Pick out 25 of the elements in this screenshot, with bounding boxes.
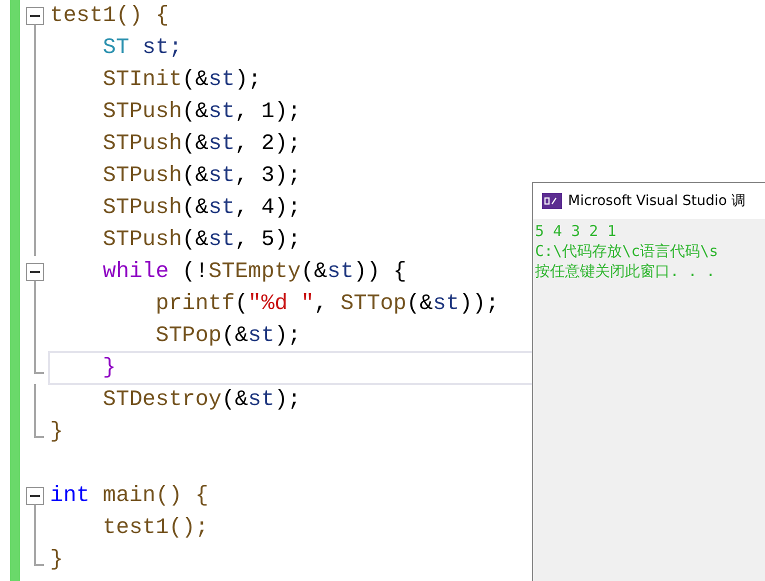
collapse-icon[interactable] <box>26 263 44 281</box>
code-line: STInit(&st); <box>102 66 262 94</box>
code-line: STPush(&st, 3); <box>102 162 301 190</box>
code-line: test1() { <box>50 2 169 30</box>
code-line: while (!STEmpty(&st)) { <box>102 258 406 286</box>
code-line: } <box>50 546 64 574</box>
console-app-icon <box>542 193 562 209</box>
code-line: STPush(&st, 1); <box>102 98 301 126</box>
code-line: STPush(&st, 5); <box>102 226 301 254</box>
console-output-line: 按任意键关闭此窗口. . . <box>535 261 716 281</box>
console-output-line: C:\代码存放\c语言代码\s <box>535 241 718 261</box>
code-line: test1(); <box>102 514 208 542</box>
code-line: STDestroy(&st); <box>102 386 301 414</box>
code-line: } <box>50 418 64 446</box>
code-line: } <box>102 354 116 382</box>
code-line: int main() { <box>50 482 208 510</box>
code-line: printf("%d ", STTop(&st)); <box>154 290 499 318</box>
code-line: STPop(&st); <box>154 322 301 350</box>
collapse-icon[interactable] <box>26 7 44 25</box>
code-line: STPush(&st, 4); <box>102 194 301 222</box>
console-output-line: 5 4 3 2 1 <box>535 221 616 241</box>
collapse-icon[interactable] <box>26 487 44 505</box>
window-title: Microsoft Visual Studio 调 <box>568 192 746 210</box>
code-line: ST st; <box>102 34 182 62</box>
code-line: STPush(&st, 2); <box>102 130 301 158</box>
